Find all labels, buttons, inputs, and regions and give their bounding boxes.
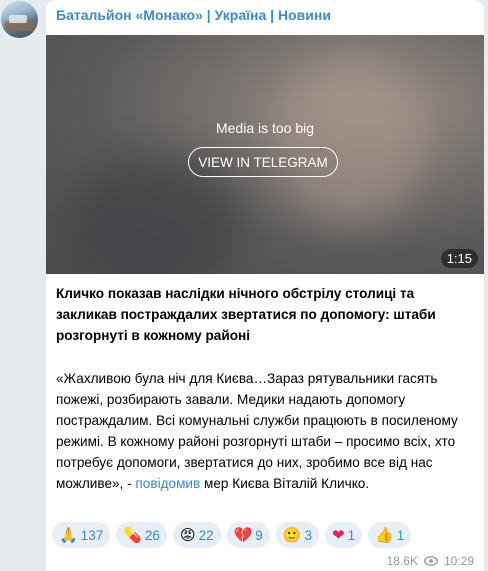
- channel-name[interactable]: Батальйон «Монако» | Україна | Новини: [56, 7, 331, 23]
- reaction-count: 26: [144, 527, 160, 543]
- angry-face-icon: 😡: [179, 525, 196, 544]
- blurred-figure: [276, 55, 426, 225]
- reaction-count: 22: [198, 527, 214, 543]
- reaction-count: 1: [396, 527, 405, 543]
- post-body: «Жахливою була ніч для Києва…Зараз рятув…: [56, 368, 474, 494]
- reaction-angry[interactable]: 😡 22: [172, 522, 221, 548]
- reaction-count: 1: [347, 527, 356, 543]
- reaction-count: 9: [255, 527, 263, 543]
- message-meta: 18.6K 10:29: [387, 554, 474, 568]
- video-duration-badge: 1:15: [440, 249, 478, 268]
- reaction-smirk[interactable]: 🙂 3: [275, 522, 320, 548]
- post-headline: Кличко показав наслідки нічного обстрілу…: [56, 286, 436, 343]
- post-body-text-end: мер Києва Віталій Кличко.: [200, 476, 370, 491]
- reaction-count: 3: [304, 527, 313, 543]
- view-in-telegram-button[interactable]: VIEW IN TELEGRAM: [188, 147, 338, 177]
- pray-icon: 🙏: [59, 525, 78, 544]
- message-bubble: Батальйон «Монако» | Україна | Новини Me…: [46, 0, 484, 571]
- channel-avatar[interactable]: [1, 1, 38, 38]
- avatar-detail: [9, 15, 27, 23]
- thumbs-up-icon: 👍: [375, 525, 394, 544]
- pill-icon: 💊: [123, 525, 142, 544]
- reaction-pray[interactable]: 🙏 137: [52, 522, 111, 548]
- eye-icon: [423, 556, 438, 566]
- reaction-thumbs-up[interactable]: 👍 1: [368, 522, 412, 548]
- reaction-heart-on-fire[interactable]: ❤ 1: [325, 522, 363, 548]
- reaction-count: 137: [80, 527, 104, 543]
- heart-on-fire-icon: ❤: [332, 525, 345, 544]
- reactions-bar: 🙏 137 💊 26 😡 22 💔 9 🙂 3 ❤ 1 👍 1: [52, 522, 412, 548]
- reaction-pill[interactable]: 💊 26: [116, 522, 167, 548]
- source-link[interactable]: повідомив: [135, 476, 200, 491]
- video-preview[interactable]: Media is too big VIEW IN TELEGRAM 1:15: [46, 35, 484, 274]
- broken-heart-icon: 💔: [233, 525, 253, 544]
- media-notice: Media is too big: [215, 120, 315, 136]
- view-count: 18.6K: [386, 554, 418, 568]
- reaction-broken-heart[interactable]: 💔 9: [226, 522, 270, 548]
- post-body-text: «Жахливою була ніч для Києва…Зараз рятув…: [56, 371, 458, 491]
- smirk-face-icon: 🙂: [282, 525, 302, 544]
- post-time: 10:29: [443, 554, 474, 568]
